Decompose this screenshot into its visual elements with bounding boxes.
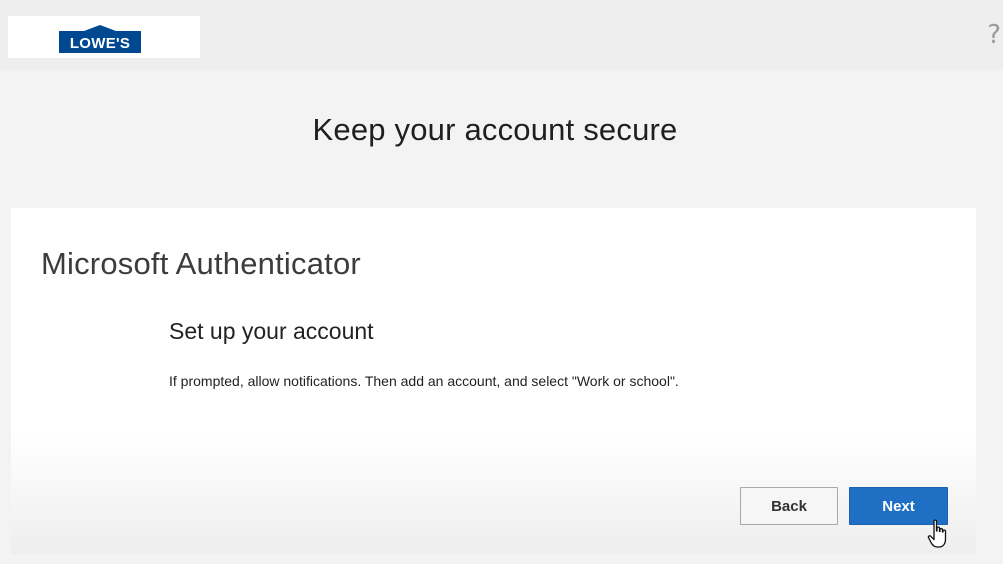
logo-container: LOWE'S	[8, 16, 200, 58]
hand-cursor-icon	[927, 519, 947, 548]
header-bar: LOWE'S ?	[0, 0, 1003, 70]
lowes-logo: LOWE'S	[59, 25, 141, 53]
page-title: Keep your account secure	[312, 112, 678, 147]
back-button[interactable]: Back	[740, 487, 838, 525]
setup-card: Microsoft Authenticator Set up your acco…	[11, 208, 976, 554]
page: LOWE'S ? Keep your account secure Micros…	[0, 0, 1003, 564]
section-title: Microsoft Authenticator	[41, 246, 361, 281]
help-icon[interactable]: ?	[987, 20, 1001, 50]
step-title: Set up your account	[169, 318, 374, 344]
logo-text: LOWE'S	[70, 35, 130, 52]
step-instructions: If prompted, allow notifications. Then a…	[169, 373, 679, 389]
